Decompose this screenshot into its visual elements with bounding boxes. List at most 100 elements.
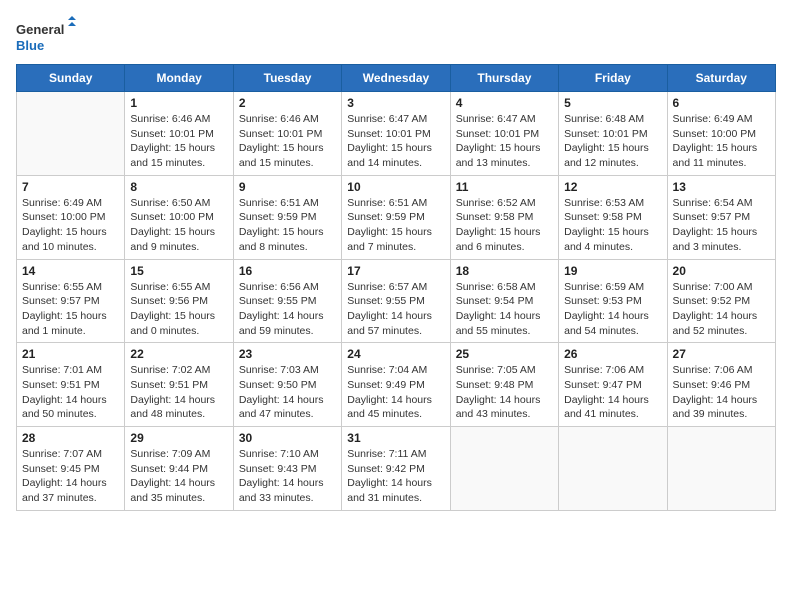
day-info: Sunrise: 7:10 AM Sunset: 9:43 PM Dayligh…: [239, 447, 336, 506]
calendar-table: SundayMondayTuesdayWednesdayThursdayFrid…: [16, 64, 776, 511]
day-info: Sunrise: 6:51 AM Sunset: 9:59 PM Dayligh…: [347, 196, 444, 255]
calendar-cell: 30 Sunrise: 7:10 AM Sunset: 9:43 PM Dayli…: [233, 427, 341, 511]
page-header: General Blue: [16, 16, 776, 56]
calendar-cell: 10Sunrise: 6:51 AM Sunset: 9:59 PM Dayli…: [342, 175, 450, 259]
day-number: 15: [130, 264, 227, 278]
logo: General Blue: [16, 16, 76, 56]
day-info: Sunrise: 6:56 AM Sunset: 9:55 PM Dayligh…: [239, 280, 336, 339]
calendar-cell: 16 Sunrise: 6:56 AM Sunset: 9:55 PM Dayli…: [233, 259, 341, 343]
day-number: 13: [673, 180, 770, 194]
day-number: 3: [347, 96, 444, 110]
calendar-cell: 14 Sunrise: 6:55 AM Sunset: 9:57 PM Dayli…: [17, 259, 125, 343]
calendar-cell: 27 Sunrise: 7:06 AM Sunset: 9:46 PM Dayli…: [667, 343, 775, 427]
calendar-cell: 26 Sunrise: 7:06 AM Sunset: 9:47 PM Dayli…: [559, 343, 667, 427]
calendar-cell: 24 Sunrise: 7:04 AM Sunset: 9:49 PM Dayli…: [342, 343, 450, 427]
calendar-cell: 19 Sunrise: 6:59 AM Sunset: 9:53 PM Dayli…: [559, 259, 667, 343]
calendar-cell: 3 Sunrise: 6:47 AM Sunset: 10:01 PM Dayli…: [342, 92, 450, 176]
day-info: Sunrise: 6:55 AM Sunset: 9:57 PM Dayligh…: [22, 280, 119, 339]
day-info: Sunrise: 7:05 AM Sunset: 9:48 PM Dayligh…: [456, 363, 553, 422]
day-number: 14: [22, 264, 119, 278]
calendar-header-row: SundayMondayTuesdayWednesdayThursdayFrid…: [17, 65, 776, 92]
day-info: Sunrise: 6:49 AM Sunset: 10:00 PM Daylig…: [673, 112, 770, 171]
day-info: Sunrise: 6:52 AM Sunset: 9:58 PM Dayligh…: [456, 196, 553, 255]
day-header-friday: Friday: [559, 65, 667, 92]
calendar-week-4: 21 Sunrise: 7:01 AM Sunset: 9:51 PM Dayli…: [17, 343, 776, 427]
day-number: 30: [239, 431, 336, 445]
day-number: 21: [22, 347, 119, 361]
day-info: Sunrise: 7:06 AM Sunset: 9:47 PM Dayligh…: [564, 363, 661, 422]
calendar-cell: 1Sunrise: 6:46 AM Sunset: 10:01 PM Dayli…: [125, 92, 233, 176]
calendar-week-3: 14 Sunrise: 6:55 AM Sunset: 9:57 PM Dayli…: [17, 259, 776, 343]
day-info: Sunrise: 6:49 AM Sunset: 10:00 PM Daylig…: [22, 196, 119, 255]
calendar-cell: 22 Sunrise: 7:02 AM Sunset: 9:51 PM Dayli…: [125, 343, 233, 427]
day-number: 4: [456, 96, 553, 110]
calendar-cell: 11 Sunrise: 6:52 AM Sunset: 9:58 PM Dayli…: [450, 175, 558, 259]
day-info: Sunrise: 6:46 AM Sunset: 10:01 PM Daylig…: [130, 112, 227, 171]
day-number: 18: [456, 264, 553, 278]
day-info: Sunrise: 6:59 AM Sunset: 9:53 PM Dayligh…: [564, 280, 661, 339]
calendar-cell: [450, 427, 558, 511]
day-info: Sunrise: 7:04 AM Sunset: 9:49 PM Dayligh…: [347, 363, 444, 422]
day-header-saturday: Saturday: [667, 65, 775, 92]
day-info: Sunrise: 7:00 AM Sunset: 9:52 PM Dayligh…: [673, 280, 770, 339]
calendar-cell: [17, 92, 125, 176]
calendar-cell: [667, 427, 775, 511]
calendar-cell: 5 Sunrise: 6:48 AM Sunset: 10:01 PM Dayli…: [559, 92, 667, 176]
svg-text:Blue: Blue: [16, 38, 44, 53]
day-info: Sunrise: 6:50 AM Sunset: 10:00 PM Daylig…: [130, 196, 227, 255]
day-number: 16: [239, 264, 336, 278]
day-info: Sunrise: 6:46 AM Sunset: 10:01 PM Daylig…: [239, 112, 336, 171]
day-number: 5: [564, 96, 661, 110]
day-number: 17: [347, 264, 444, 278]
day-number: 22: [130, 347, 227, 361]
calendar-cell: 12Sunrise: 6:53 AM Sunset: 9:58 PM Dayli…: [559, 175, 667, 259]
day-info: Sunrise: 7:06 AM Sunset: 9:46 PM Dayligh…: [673, 363, 770, 422]
calendar-cell: 8 Sunrise: 6:50 AM Sunset: 10:00 PM Dayli…: [125, 175, 233, 259]
calendar-cell: 31 Sunrise: 7:11 AM Sunset: 9:42 PM Dayli…: [342, 427, 450, 511]
calendar-cell: 17 Sunrise: 6:57 AM Sunset: 9:55 PM Dayli…: [342, 259, 450, 343]
calendar-week-1: 1Sunrise: 6:46 AM Sunset: 10:01 PM Dayli…: [17, 92, 776, 176]
day-info: Sunrise: 7:11 AM Sunset: 9:42 PM Dayligh…: [347, 447, 444, 506]
day-header-thursday: Thursday: [450, 65, 558, 92]
day-header-sunday: Sunday: [17, 65, 125, 92]
day-info: Sunrise: 7:02 AM Sunset: 9:51 PM Dayligh…: [130, 363, 227, 422]
day-info: Sunrise: 6:48 AM Sunset: 10:01 PM Daylig…: [564, 112, 661, 171]
day-number: 26: [564, 347, 661, 361]
calendar-week-2: 7 Sunrise: 6:49 AM Sunset: 10:00 PM Dayli…: [17, 175, 776, 259]
day-info: Sunrise: 6:57 AM Sunset: 9:55 PM Dayligh…: [347, 280, 444, 339]
day-number: 6: [673, 96, 770, 110]
day-info: Sunrise: 6:58 AM Sunset: 9:54 PM Dayligh…: [456, 280, 553, 339]
calendar-cell: 20 Sunrise: 7:00 AM Sunset: 9:52 PM Dayli…: [667, 259, 775, 343]
day-number: 20: [673, 264, 770, 278]
calendar-cell: 21 Sunrise: 7:01 AM Sunset: 9:51 PM Dayli…: [17, 343, 125, 427]
calendar-cell: 4Sunrise: 6:47 AM Sunset: 10:01 PM Dayli…: [450, 92, 558, 176]
day-number: 12: [564, 180, 661, 194]
day-number: 24: [347, 347, 444, 361]
logo-svg: General Blue: [16, 16, 76, 56]
day-number: 8: [130, 180, 227, 194]
day-number: 2: [239, 96, 336, 110]
day-info: Sunrise: 6:55 AM Sunset: 9:56 PM Dayligh…: [130, 280, 227, 339]
day-info: Sunrise: 7:03 AM Sunset: 9:50 PM Dayligh…: [239, 363, 336, 422]
day-number: 11: [456, 180, 553, 194]
day-number: 7: [22, 180, 119, 194]
day-header-wednesday: Wednesday: [342, 65, 450, 92]
day-number: 25: [456, 347, 553, 361]
calendar-cell: 2 Sunrise: 6:46 AM Sunset: 10:01 PM Dayli…: [233, 92, 341, 176]
day-info: Sunrise: 6:54 AM Sunset: 9:57 PM Dayligh…: [673, 196, 770, 255]
day-number: 27: [673, 347, 770, 361]
day-info: Sunrise: 6:47 AM Sunset: 10:01 PM Daylig…: [347, 112, 444, 171]
day-number: 23: [239, 347, 336, 361]
day-info: Sunrise: 6:51 AM Sunset: 9:59 PM Dayligh…: [239, 196, 336, 255]
calendar-week-5: 28 Sunrise: 7:07 AM Sunset: 9:45 PM Dayli…: [17, 427, 776, 511]
day-number: 31: [347, 431, 444, 445]
day-number: 28: [22, 431, 119, 445]
day-info: Sunrise: 7:01 AM Sunset: 9:51 PM Dayligh…: [22, 363, 119, 422]
calendar-cell: 9Sunrise: 6:51 AM Sunset: 9:59 PM Daylig…: [233, 175, 341, 259]
day-info: Sunrise: 7:07 AM Sunset: 9:45 PM Dayligh…: [22, 447, 119, 506]
calendar-cell: 29Sunrise: 7:09 AM Sunset: 9:44 PM Dayli…: [125, 427, 233, 511]
calendar-cell: [559, 427, 667, 511]
calendar-cell: 7 Sunrise: 6:49 AM Sunset: 10:00 PM Dayli…: [17, 175, 125, 259]
day-info: Sunrise: 7:09 AM Sunset: 9:44 PM Dayligh…: [130, 447, 227, 506]
day-number: 19: [564, 264, 661, 278]
